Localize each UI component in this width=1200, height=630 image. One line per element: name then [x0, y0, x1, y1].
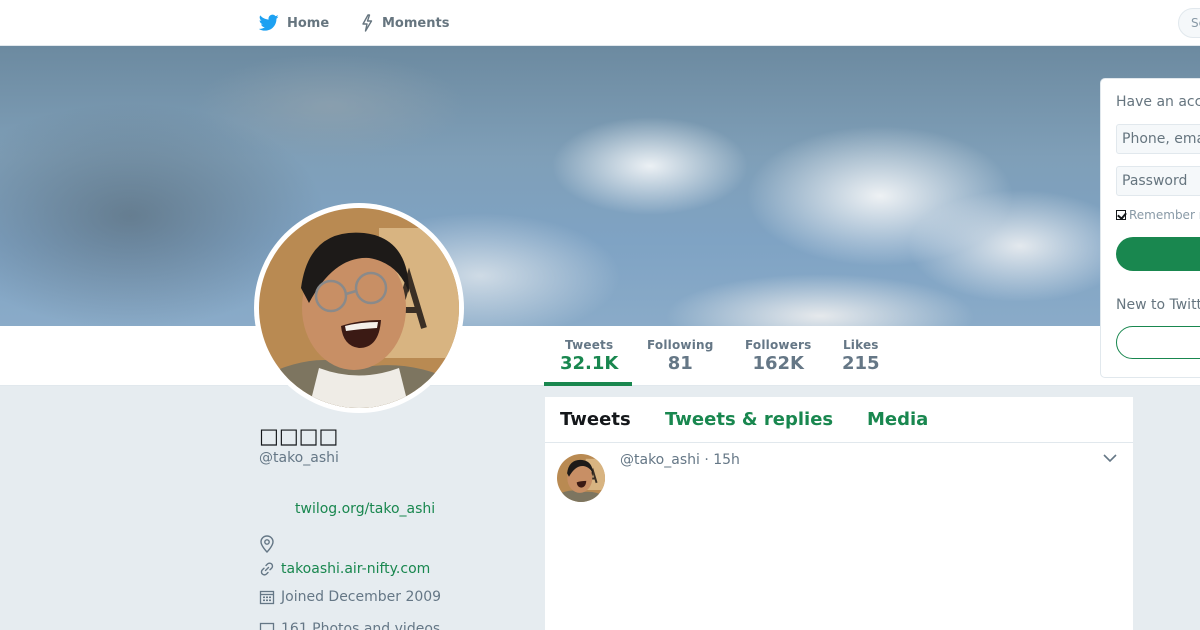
photo-icon: [259, 622, 275, 630]
tab-media[interactable]: Media: [867, 409, 928, 430]
calendar-icon: [259, 590, 275, 605]
link-icon: [260, 562, 274, 576]
username-field[interactable]: [1116, 124, 1200, 154]
tweet-meta[interactable]: @tako_ashi · 15h: [620, 452, 740, 468]
tweet-avatar[interactable]: [557, 454, 605, 502]
url-text[interactable]: takoashi.air-nifty.com: [281, 561, 430, 577]
remember-checkbox[interactable]: [1116, 210, 1126, 220]
login-button[interactable]: [1116, 237, 1200, 271]
nav-moments-label: Moments: [382, 15, 450, 31]
bio-link[interactable]: twilog.org/tako_ashi: [295, 501, 435, 517]
search-input[interactable]: Se: [1178, 8, 1200, 38]
profile-joined: Joined December 2009: [259, 589, 441, 605]
new-to-twitter-text: New to Twitter?: [1116, 297, 1200, 313]
timeline-tabs: Tweets Tweets & replies Media: [545, 397, 1133, 443]
stat-value: 81: [667, 353, 693, 374]
joined-text: Joined December 2009: [281, 589, 442, 605]
nav-home-label: Home: [287, 15, 330, 31]
profile-avatar[interactable]: [254, 203, 464, 413]
active-stat-underline: [544, 382, 632, 386]
twitter-bird-icon: [259, 14, 279, 31]
avatar-photo: [259, 208, 459, 408]
login-card: Have an account? Remember me New to Twit…: [1100, 78, 1200, 378]
stat-value: 162K: [752, 353, 805, 374]
remember-me[interactable]: Remember me: [1116, 208, 1200, 222]
profile-photos-link[interactable]: 161 Photos and videos: [259, 621, 440, 630]
profile-display-name: □□□□: [259, 424, 339, 448]
stat-label: Following: [647, 338, 714, 352]
stat-following[interactable]: Following 81: [647, 338, 714, 374]
tweet-avatar-photo: [557, 454, 605, 502]
stat-followers[interactable]: Followers 162K: [745, 338, 812, 374]
top-nav: Home Moments Se: [0, 0, 1200, 46]
stat-label: Tweets: [565, 338, 614, 352]
login-title: Have an account?: [1116, 94, 1200, 110]
lightning-icon: [362, 14, 373, 32]
stat-tweets[interactable]: Tweets 32.1K: [560, 338, 618, 374]
password-field[interactable]: [1116, 166, 1200, 196]
profile-url[interactable]: takoashi.air-nifty.com: [259, 561, 430, 577]
timeline: Tweets Tweets & replies Media @tako_ashi…: [545, 397, 1133, 630]
location-pin-icon: [260, 535, 274, 553]
profile-nav-strip: Tweets 32.1K Following 81 Followers 162K…: [0, 326, 1200, 386]
nav-moments[interactable]: Moments: [360, 0, 449, 46]
profile-banner: [0, 46, 1200, 326]
photos-text[interactable]: 161 Photos and videos: [281, 621, 440, 630]
tab-tweets-replies[interactable]: Tweets & replies: [665, 409, 833, 430]
remember-label: Remember me: [1129, 208, 1200, 222]
stat-value: 32.1K: [560, 353, 619, 374]
profile-location: [259, 535, 281, 553]
nav-home[interactable]: Home: [259, 0, 329, 46]
profile-handle: @tako_ashi: [259, 450, 339, 466]
stat-label: Followers: [745, 338, 812, 352]
signup-button[interactable]: [1116, 326, 1200, 359]
stat-label: Likes: [842, 338, 879, 352]
chevron-down-icon[interactable]: [1103, 453, 1117, 463]
stat-value: 215: [842, 353, 880, 374]
tab-tweets[interactable]: Tweets: [560, 409, 631, 430]
stat-likes[interactable]: Likes 215: [842, 338, 880, 374]
